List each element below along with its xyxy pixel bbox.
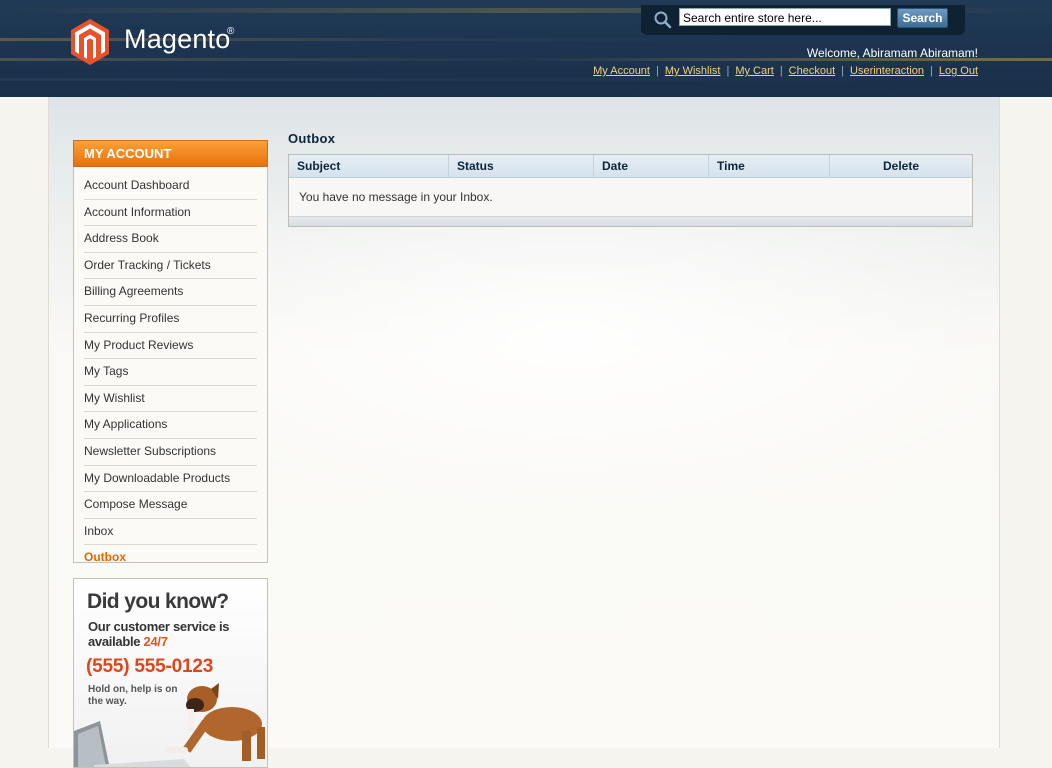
nav-account-information[interactable]: Account Information bbox=[84, 200, 257, 227]
header-decoration bbox=[0, 78, 1052, 81]
outbox-table: Subject Status Date Time Delete You have… bbox=[288, 154, 973, 227]
magento-logo-icon bbox=[71, 19, 109, 65]
nav-compose-message[interactable]: Compose Message bbox=[84, 492, 257, 519]
my-account-title: MY ACCOUNT bbox=[73, 140, 268, 167]
column-date[interactable]: Date bbox=[594, 155, 709, 177]
link-separator: | bbox=[930, 65, 933, 77]
link-my-account[interactable]: My Account bbox=[593, 65, 650, 77]
link-separator: | bbox=[726, 65, 730, 77]
nav-my-downloadable-products[interactable]: My Downloadable Products bbox=[84, 466, 257, 493]
search-button[interactable]: Search bbox=[897, 8, 948, 28]
customer-service-banner[interactable]: Did you know? Our customer service is av… bbox=[73, 578, 268, 768]
link-separator: | bbox=[841, 65, 845, 77]
banner-line2-prefix: available bbox=[88, 634, 144, 649]
nav-newsletter-subscriptions[interactable]: Newsletter Subscriptions bbox=[84, 439, 257, 466]
search-bar: Search entire store here... Search bbox=[641, 5, 965, 35]
search-input[interactable]: Search entire store here... bbox=[679, 8, 891, 26]
column-status[interactable]: Status bbox=[449, 155, 594, 177]
header-links: My Account | My Wishlist | My Cart | Checkout |… bbox=[593, 65, 978, 77]
nav-my-wishlist[interactable]: My Wishlist bbox=[84, 386, 257, 413]
table-header: Subject Status Date Time Delete bbox=[289, 155, 972, 178]
nav-address-book[interactable]: Address Book bbox=[84, 226, 257, 253]
nav-my-product-reviews[interactable]: My Product Reviews bbox=[84, 333, 257, 360]
site-header: Magento ® Search entire store here... Se… bbox=[0, 0, 1052, 97]
banner-title: Did you know? bbox=[87, 590, 229, 613]
column-time[interactable]: Time bbox=[709, 155, 830, 177]
table-footer bbox=[289, 216, 972, 226]
banner-phone: (555) 555-0123 bbox=[86, 656, 214, 677]
nav-my-applications[interactable]: My Applications bbox=[84, 412, 257, 439]
page-title: Outbox bbox=[288, 131, 336, 146]
dog-laptop-illustration bbox=[74, 683, 265, 767]
search-icon bbox=[654, 11, 672, 29]
nav-my-tags[interactable]: My Tags bbox=[84, 359, 257, 386]
link-userinteraction[interactable]: Userinteraction bbox=[850, 65, 924, 77]
banner-line1: Our customer service is bbox=[88, 619, 230, 634]
nav-billing-agreements[interactable]: Billing Agreements bbox=[84, 279, 257, 306]
logo-text: Magento bbox=[124, 24, 231, 54]
my-account-block: MY ACCOUNT Account Dashboard Account Inf… bbox=[73, 140, 268, 564]
column-subject[interactable]: Subject bbox=[289, 155, 449, 177]
magento-logo[interactable]: Magento ® bbox=[70, 18, 250, 66]
registered-mark: ® bbox=[227, 26, 235, 37]
link-my-wishlist[interactable]: My Wishlist bbox=[665, 65, 721, 77]
link-checkout[interactable]: Checkout bbox=[789, 65, 835, 77]
nav-outbox: Outbox bbox=[84, 550, 126, 565]
nav-recurring-profiles[interactable]: Recurring Profiles bbox=[84, 306, 257, 333]
column-delete[interactable]: Delete bbox=[830, 155, 972, 177]
link-separator: | bbox=[779, 65, 783, 77]
empty-message: You have no message in your Inbox. bbox=[299, 190, 493, 204]
nav-account-dashboard[interactable]: Account Dashboard bbox=[84, 173, 257, 200]
link-my-cart[interactable]: My Cart bbox=[735, 65, 774, 77]
banner-line2-highlight: 24/7 bbox=[143, 634, 168, 649]
account-nav: Account Dashboard Account Information Ad… bbox=[74, 167, 267, 571]
link-log-out[interactable]: Log Out bbox=[939, 65, 978, 77]
nav-inbox[interactable]: Inbox bbox=[84, 519, 257, 546]
link-separator: | bbox=[655, 65, 659, 77]
welcome-message: Welcome, Abiramam Abiramam! bbox=[806, 46, 978, 60]
banner-line2: available 24/7 bbox=[88, 634, 168, 649]
nav-order-tracking[interactable]: Order Tracking / Tickets bbox=[84, 253, 257, 280]
